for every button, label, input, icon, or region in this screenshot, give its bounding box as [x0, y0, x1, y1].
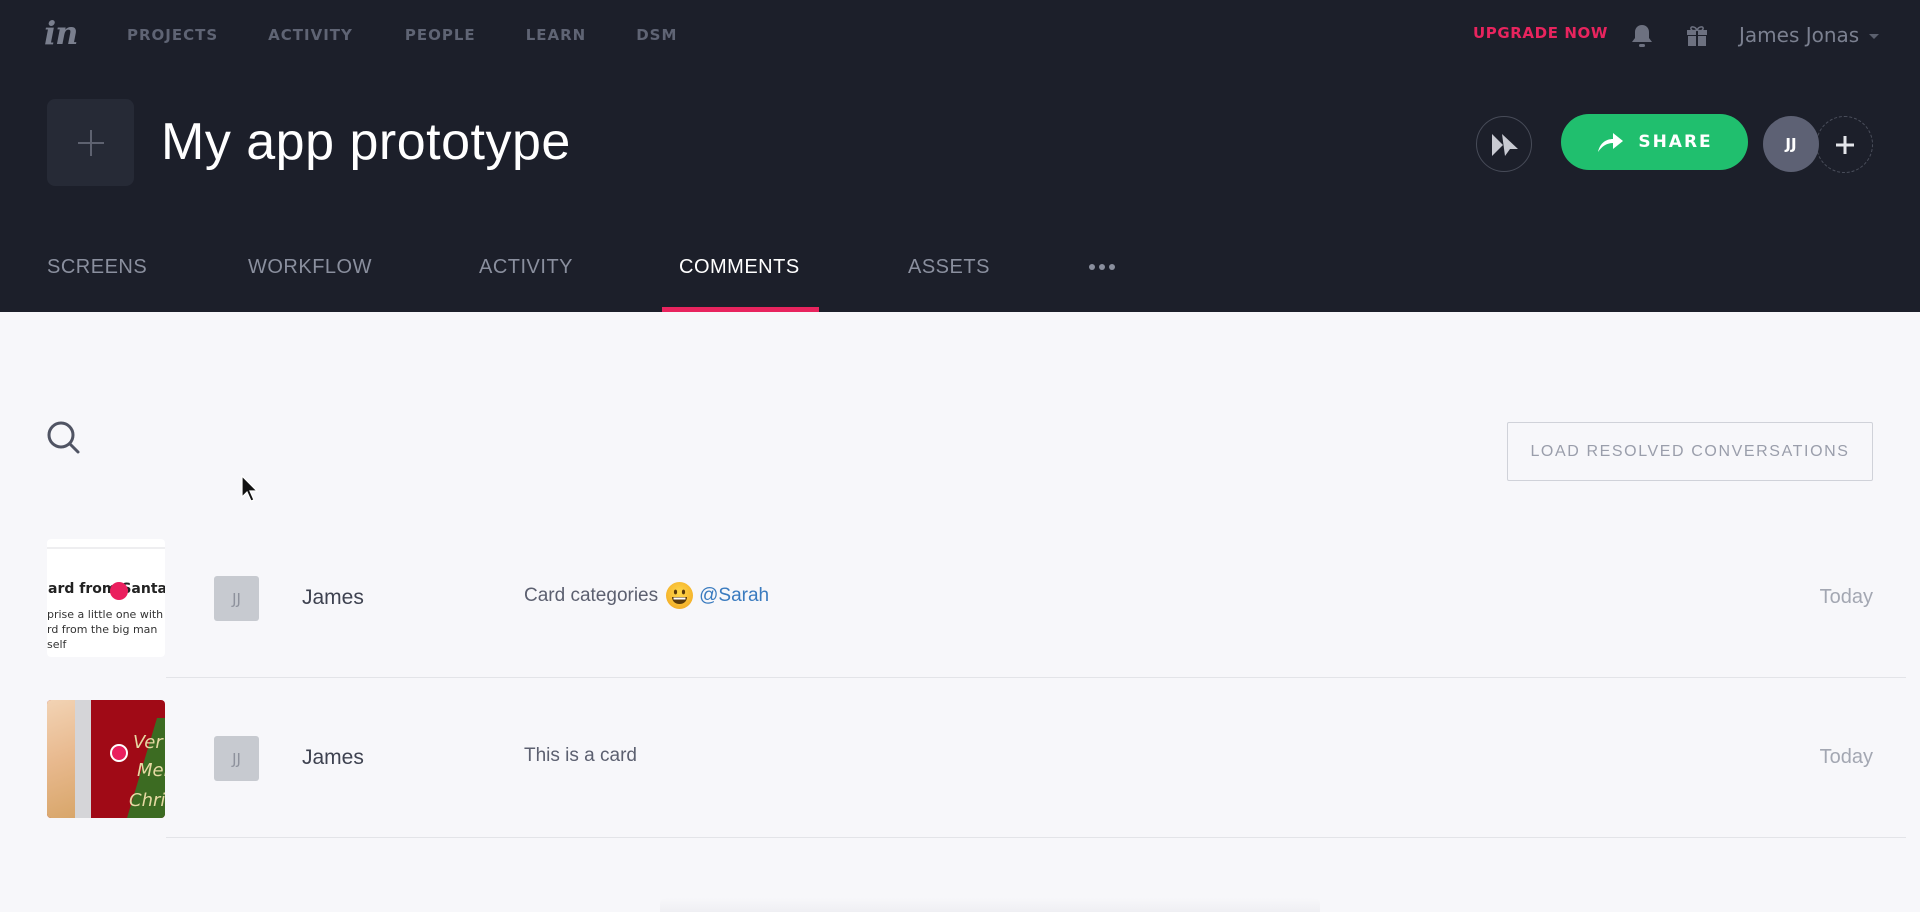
more-tabs-button[interactable]	[1089, 264, 1115, 270]
comment-date: Today	[1819, 586, 1873, 608]
caret-down-icon	[1869, 34, 1880, 39]
search-icon[interactable]	[46, 420, 82, 460]
gift-icon[interactable]	[1685, 23, 1709, 47]
project-title: My app prototype	[161, 113, 571, 171]
comment-text: Card categories @Sarah	[524, 582, 769, 609]
tab-workflow[interactable]: WORKFLOW	[248, 256, 372, 279]
nav-people[interactable]: PEOPLE	[405, 26, 476, 44]
user-name: James Jonas	[1739, 23, 1860, 47]
screen-thumbnail: Ver Mer Chris	[47, 700, 165, 818]
comment-author: James	[302, 746, 364, 769]
comment-author: James	[302, 586, 364, 609]
nav-projects[interactable]: PROJECTS	[127, 26, 218, 44]
avatar: JJ	[214, 736, 259, 781]
bell-icon[interactable]	[1631, 23, 1653, 49]
comment-pin	[110, 744, 128, 762]
screen-thumbnail: ard from Santa prise a little one with r…	[47, 539, 165, 657]
preview-play-icon	[1492, 134, 1518, 156]
mouse-cursor-icon	[241, 474, 259, 507]
upgrade-now-link[interactable]: UPGRADE NOW	[1473, 24, 1608, 42]
share-arrow-icon	[1598, 133, 1624, 152]
comment-row[interactable]: Ver Mer Chris JJ James This is a card Toda…	[0, 678, 1920, 838]
nav-activity[interactable]: ACTIVITY	[268, 26, 353, 44]
share-label: SHARE	[1638, 132, 1713, 152]
nav-dsm[interactable]: DSM	[636, 26, 677, 44]
top-nav: PROJECTS ACTIVITY PEOPLE LEARN DSM	[127, 26, 727, 44]
nav-learn[interactable]: LEARN	[526, 26, 587, 44]
tab-assets[interactable]: ASSETS	[908, 256, 990, 279]
user-menu[interactable]: James Jonas	[1739, 23, 1880, 47]
tab-comments[interactable]: COMMENTS	[679, 256, 800, 279]
active-tab-indicator	[662, 307, 819, 312]
preview-button[interactable]	[1476, 116, 1532, 172]
collaborator-avatar[interactable]: JJ	[1763, 116, 1819, 172]
tab-screens[interactable]: SCREENS	[47, 256, 147, 279]
plus-icon	[78, 130, 104, 156]
grinning-face-emoji-icon	[666, 582, 694, 609]
invision-logo[interactable]: in	[44, 14, 78, 52]
svg-text:Mer: Mer	[137, 760, 165, 781]
comment-row[interactable]: ard from Santa prise a little one with r…	[0, 518, 1920, 678]
comment-text: This is a card	[524, 745, 637, 766]
comment-date: Today	[1819, 746, 1873, 768]
project-thumbnail-add[interactable]	[47, 99, 134, 186]
comment-pin	[110, 582, 128, 600]
row-divider	[166, 837, 1906, 838]
tab-activity[interactable]: ACTIVITY	[479, 256, 573, 279]
mention-link[interactable]: @Sarah	[699, 585, 769, 607]
avatar: JJ	[214, 576, 259, 621]
project-header: in PROJECTS ACTIVITY PEOPLE LEARN DSM UP…	[0, 0, 1920, 312]
svg-text:Chris: Chris	[129, 790, 165, 811]
share-button[interactable]: SHARE	[1561, 114, 1748, 170]
bottom-panel-edge	[660, 898, 1320, 912]
load-resolved-conversations-button[interactable]: LOAD RESOLVED CONVERSATIONS	[1507, 422, 1873, 481]
add-collaborator-button[interactable]	[1816, 116, 1873, 173]
plus-icon	[1836, 136, 1854, 154]
svg-text:Ver: Ver	[133, 732, 164, 753]
